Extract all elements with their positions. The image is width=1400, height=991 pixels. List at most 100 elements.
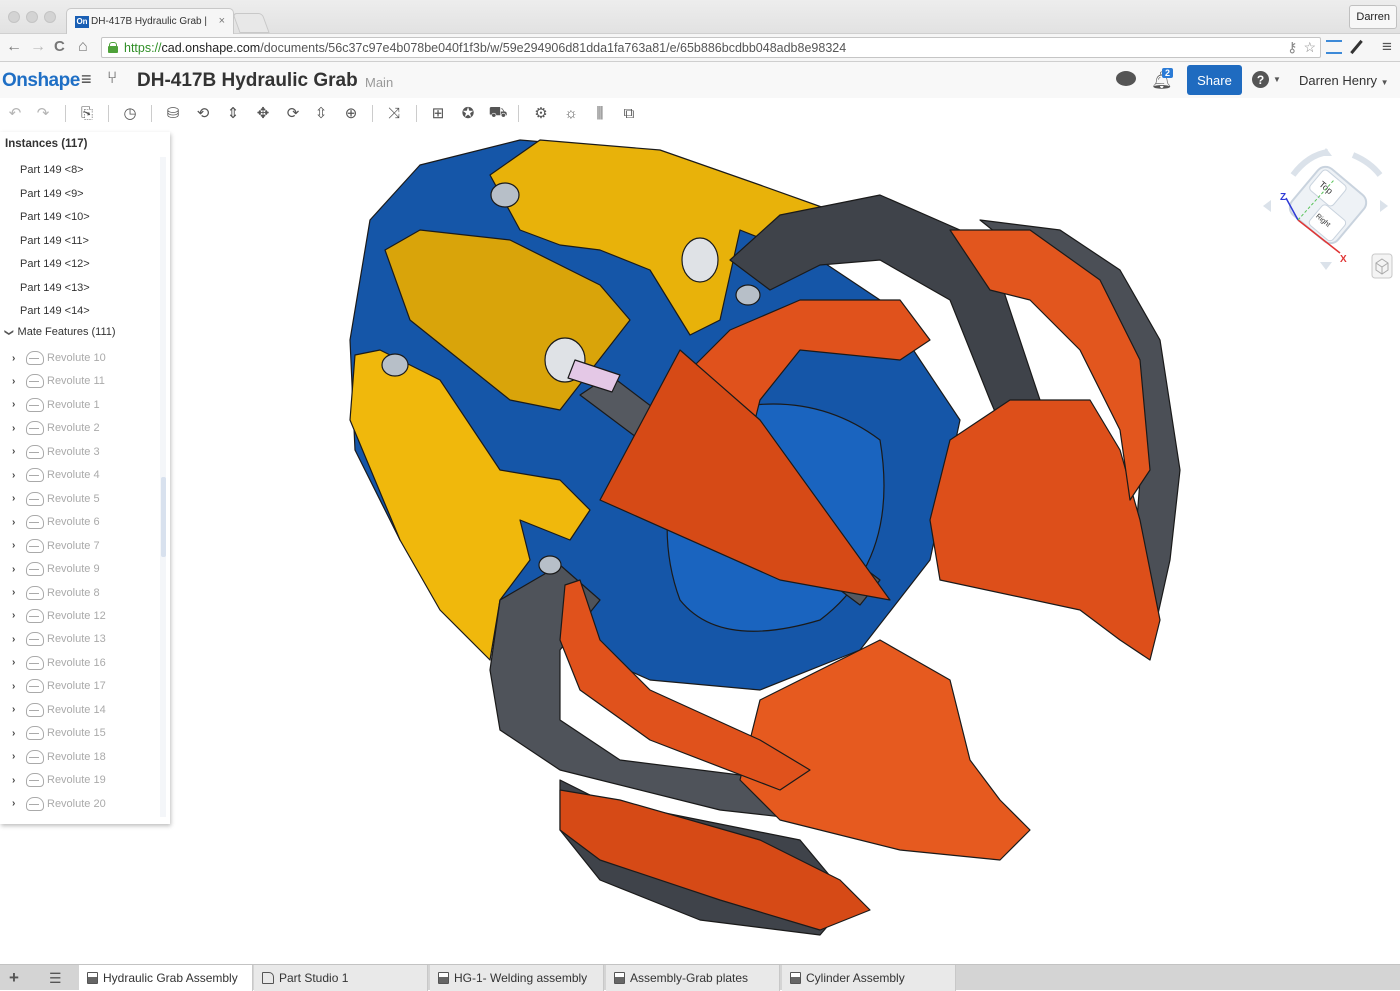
group-icon[interactable]: ⊞ xyxy=(428,103,448,123)
expand-chevron-icon[interactable]: › xyxy=(12,681,26,692)
pin-slot-mate-icon[interactable]: ⇳ xyxy=(311,103,331,123)
help-dropdown-caret-icon[interactable]: ▼ xyxy=(1273,75,1281,84)
expand-chevron-icon[interactable]: › xyxy=(12,376,26,387)
mate-feature-item[interactable]: › Revolute 2 xyxy=(12,418,100,438)
home-icon[interactable]: ⌂ xyxy=(78,38,88,56)
mate-feature-item[interactable]: › Revolute 10 xyxy=(12,348,106,368)
screen-capture-extension-icon[interactable] xyxy=(1326,40,1342,54)
mate-feature-item[interactable]: › Revolute 18 xyxy=(12,747,106,767)
mate-feature-item[interactable]: › Revolute 1 xyxy=(12,395,100,415)
instance-list-item[interactable]: Part 149 <9> xyxy=(20,184,84,204)
expand-chevron-icon[interactable]: › xyxy=(12,798,26,809)
ball-mate-icon[interactable]: ⊕ xyxy=(341,103,361,123)
expand-chevron-icon[interactable]: › xyxy=(12,540,26,551)
linear-relation-icon[interactable]: ⧉ xyxy=(619,103,639,123)
bookmark-star-icon[interactable]: ☆ xyxy=(1303,39,1316,56)
instance-list-item[interactable]: Part 149 <8> xyxy=(20,160,84,180)
mate-feature-item[interactable]: › Revolute 11 xyxy=(12,371,105,391)
expand-chevron-icon[interactable]: › xyxy=(12,751,26,762)
new-tab-button[interactable] xyxy=(232,13,270,33)
version-graph-icon[interactable]: ⑂ xyxy=(107,68,117,88)
expand-chevron-icon[interactable]: › xyxy=(12,399,26,410)
undo-icon[interactable]: ↶ xyxy=(5,103,25,123)
document-menu-icon[interactable]: ≡ xyxy=(81,69,92,90)
revolute-mate-icon[interactable]: ⟲ xyxy=(193,103,213,123)
collapse-chevron-icon[interactable]: ❯ xyxy=(3,328,14,336)
gear-relation-icon[interactable]: ⚙ xyxy=(531,103,551,123)
instance-list-item[interactable]: Part 149 <11> xyxy=(20,231,89,251)
redo-icon[interactable]: ↷ xyxy=(33,103,53,123)
instance-list-item[interactable]: Part 149 <12> xyxy=(20,254,90,274)
expand-chevron-icon[interactable]: › xyxy=(12,634,26,645)
mate-feature-item[interactable]: › Revolute 19 xyxy=(12,770,106,790)
mate-feature-item[interactable]: › Revolute 14 xyxy=(12,700,106,720)
tangent-mate-icon[interactable]: ⤨ xyxy=(384,103,404,123)
mate-feature-item[interactable]: › Revolute 6 xyxy=(12,512,100,532)
history-icon[interactable]: ◷ xyxy=(120,103,140,123)
comments-icon[interactable] xyxy=(1116,71,1136,86)
expand-chevron-icon[interactable]: › xyxy=(12,657,26,668)
expand-chevron-icon[interactable]: › xyxy=(12,564,26,575)
window-close-button[interactable] xyxy=(8,11,20,23)
planar-mate-icon[interactable]: ✥ xyxy=(253,103,273,123)
cylindrical-mate-icon[interactable]: ⟳ xyxy=(283,103,303,123)
instances-header[interactable]: Instances (117) xyxy=(5,138,87,150)
hydraulic-grab-model[interactable] xyxy=(172,128,1400,964)
window-minimize-button[interactable] xyxy=(26,11,38,23)
expand-chevron-icon[interactable]: › xyxy=(12,587,26,598)
profile-button[interactable]: Darren xyxy=(1349,5,1397,29)
document-tab[interactable]: Assembly-Grab plates xyxy=(606,965,780,991)
mate-feature-item[interactable]: › Revolute 12 xyxy=(12,606,106,626)
mate-features-group[interactable]: ❯ Mate Features (111) xyxy=(3,326,115,338)
mate-feature-item[interactable]: › Revolute 16 xyxy=(12,653,106,673)
document-title[interactable]: DH-417B Hydraulic Grab xyxy=(137,70,358,92)
expand-chevron-icon[interactable]: › xyxy=(12,728,26,739)
expand-chevron-icon[interactable]: › xyxy=(12,704,26,715)
help-icon[interactable]: ? xyxy=(1252,71,1269,88)
instance-list-item[interactable]: Part 149 <10> xyxy=(20,207,90,227)
fastened-mate-icon[interactable]: ⛁ xyxy=(163,103,183,123)
mate-feature-item[interactable]: › Revolute 5 xyxy=(12,489,100,509)
expand-chevron-icon[interactable]: › xyxy=(12,775,26,786)
forward-icon[interactable]: → xyxy=(30,38,46,56)
expand-chevron-icon[interactable]: › xyxy=(12,470,26,481)
mate-feature-item[interactable]: › Revolute 15 xyxy=(12,723,106,743)
back-icon[interactable]: ← xyxy=(6,38,22,56)
mate-feature-item[interactable]: › Revolute 17 xyxy=(12,676,106,696)
browser-tab[interactable]: On DH-417B Hydraulic Grab | × xyxy=(66,8,234,34)
view-cube[interactable]: Top Right Z X xyxy=(1258,140,1393,290)
expand-chevron-icon[interactable]: › xyxy=(12,517,26,528)
browser-menu-icon[interactable]: ≡ xyxy=(1382,37,1392,57)
reload-icon[interactable]: C xyxy=(54,38,65,55)
address-bar[interactable]: https://cad.onshape.com/documents/56c37c… xyxy=(101,37,1321,58)
screw-relation-icon[interactable]: ⫼ xyxy=(590,103,610,123)
mate-connector-icon[interactable]: ✪ xyxy=(458,103,478,123)
instance-list-item[interactable]: Part 149 <14> xyxy=(20,301,90,321)
key-icon[interactable]: ⚷ xyxy=(1287,39,1297,56)
expand-chevron-icon[interactable]: › xyxy=(12,446,26,457)
mate-feature-item[interactable]: › Revolute 4 xyxy=(12,465,100,485)
onshape-logo[interactable]: Onshape xyxy=(2,70,80,92)
mate-feature-item[interactable]: › Revolute 13 xyxy=(12,629,106,649)
instance-list-item[interactable]: Part 149 <13> xyxy=(20,278,90,298)
document-tab[interactable]: HG-1- Welding assembly xyxy=(430,965,604,991)
document-tab[interactable]: Part Studio 1 xyxy=(254,965,428,991)
insert-icon[interactable]: ⎘ xyxy=(77,103,97,123)
expand-chevron-icon[interactable]: › xyxy=(12,493,26,504)
eyedropper-extension-icon[interactable] xyxy=(1350,39,1363,55)
tab-list-icon[interactable]: ☰ xyxy=(49,970,62,987)
mate-feature-item[interactable]: › Revolute 3 xyxy=(12,442,100,462)
expand-chevron-icon[interactable]: › xyxy=(12,610,26,621)
mate-feature-item[interactable]: › Revolute 7 xyxy=(12,536,100,556)
slider-mate-icon[interactable]: ⇕ xyxy=(223,103,243,123)
add-tab-icon[interactable]: + xyxy=(9,968,19,988)
mate-feature-item[interactable]: › Revolute 8 xyxy=(12,583,100,603)
document-tab[interactable]: Cylinder Assembly xyxy=(782,965,956,991)
graphics-viewport[interactable] xyxy=(172,128,1400,964)
replicate-icon[interactable]: ⛟ xyxy=(488,103,508,123)
tab-close-icon[interactable]: × xyxy=(219,15,225,27)
document-tab[interactable]: Hydraulic Grab Assembly xyxy=(79,965,253,991)
share-button[interactable]: Share xyxy=(1187,65,1242,95)
sidebar-scrollbar-thumb[interactable] xyxy=(161,477,166,557)
user-menu[interactable]: Darren Henry ▼ xyxy=(1299,73,1389,88)
